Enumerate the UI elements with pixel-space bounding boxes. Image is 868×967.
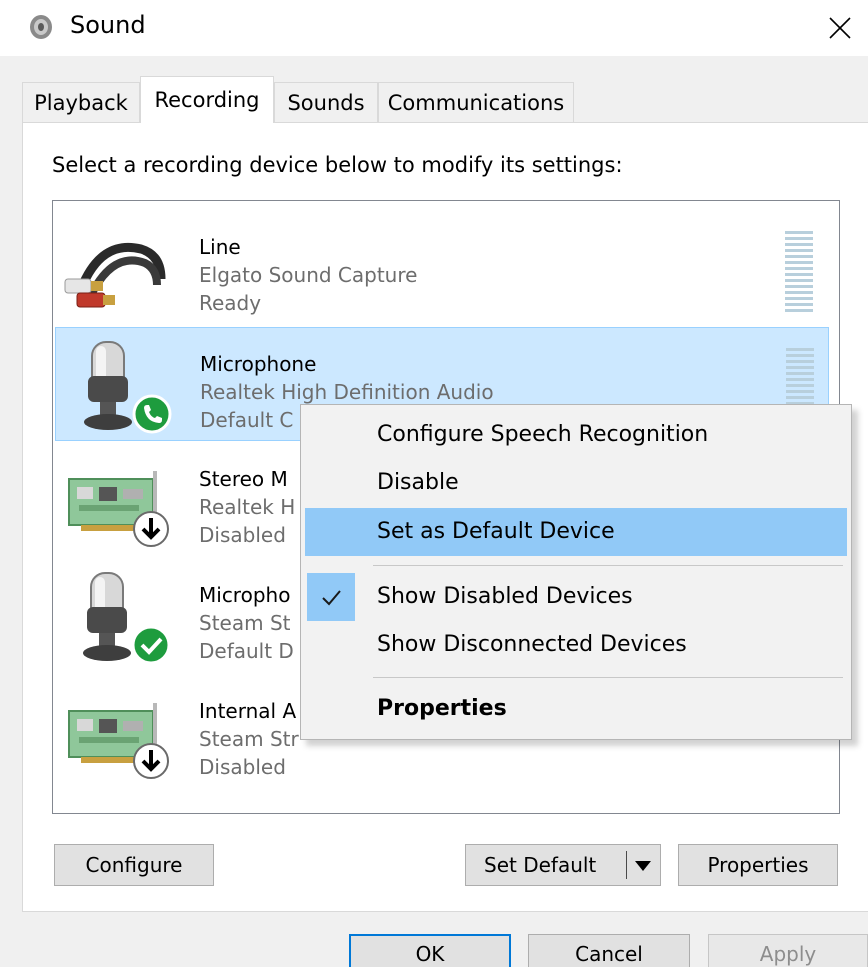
close-icon	[829, 17, 851, 39]
line-in-cable-icon	[64, 242, 166, 308]
menu-item-show-disabled-devices[interactable]: Show Disabled Devices	[305, 573, 847, 621]
level-meter	[785, 231, 813, 312]
device-name: Micropho	[199, 583, 291, 607]
device-status: Disabled	[199, 523, 286, 547]
close-button[interactable]	[812, 0, 868, 56]
title-bar: Sound	[0, 0, 868, 56]
device-name: Stereo M	[199, 467, 288, 491]
device-status: Ready	[199, 291, 262, 315]
check-icon	[131, 625, 171, 665]
cancel-button[interactable]: Cancel	[528, 934, 690, 967]
device-driver: Steam Str	[199, 727, 299, 751]
apply-button[interactable]: Apply	[708, 934, 868, 967]
menu-item-label: Configure Speech Recognition	[377, 422, 709, 447]
tab-sounds[interactable]: Sounds	[274, 82, 378, 122]
set-default-label: Set Default	[484, 853, 597, 877]
menu-item-label: Properties	[377, 696, 507, 721]
context-menu: Configure Speech Recognition Disable Set…	[300, 404, 852, 740]
menu-item-disable[interactable]: Disable	[305, 459, 847, 507]
menu-item-set-as-default-device[interactable]: Set as Default Device	[305, 508, 847, 556]
device-name: Line	[199, 235, 241, 259]
tab-communications[interactable]: Communications	[378, 82, 574, 122]
menu-separator	[373, 677, 843, 678]
split-separator	[626, 851, 627, 879]
device-name: Internal A	[199, 699, 297, 723]
dropdown-arrow-icon[interactable]	[632, 853, 654, 877]
window-title: Sound	[70, 11, 146, 39]
menu-item-label: Show Disabled Devices	[377, 584, 633, 609]
phone-icon	[132, 394, 172, 434]
menu-item-show-disconnected-devices[interactable]: Show Disconnected Devices	[305, 621, 847, 669]
tab-recording[interactable]: Recording	[140, 76, 274, 123]
device-driver: Elgato Sound Capture	[199, 263, 418, 287]
device-item-line[interactable]: Line Elgato Sound Capture Ready	[55, 211, 829, 325]
menu-item-properties[interactable]: Properties	[305, 685, 847, 733]
device-status: Default D	[199, 639, 294, 663]
down-arrow-icon	[133, 511, 169, 547]
device-name: Microphone	[200, 352, 317, 376]
device-status: Default C	[200, 408, 294, 432]
device-driver: Realtek H	[199, 495, 296, 519]
ok-button[interactable]: OK	[349, 934, 511, 967]
menu-item-configure-speech-recognition[interactable]: Configure Speech Recognition	[305, 411, 847, 459]
menu-item-label: Set as Default Device	[377, 519, 615, 544]
tab-playback[interactable]: Playback	[22, 82, 140, 122]
set-default-button[interactable]: Set Default	[465, 844, 661, 886]
properties-button[interactable]: Properties	[678, 844, 838, 886]
speaker-icon	[30, 15, 52, 39]
device-driver: Steam St	[199, 611, 291, 635]
down-arrow-icon	[133, 743, 169, 779]
instruction-text: Select a recording device below to modif…	[52, 153, 623, 177]
menu-separator	[373, 565, 843, 566]
device-driver: Realtek High Definition Audio	[200, 380, 494, 404]
menu-item-label: Show Disconnected Devices	[377, 632, 687, 657]
menu-item-label: Disable	[377, 470, 459, 495]
configure-button[interactable]: Configure	[54, 844, 214, 886]
device-status: Disabled	[199, 755, 286, 779]
checkmark-icon	[307, 573, 355, 621]
